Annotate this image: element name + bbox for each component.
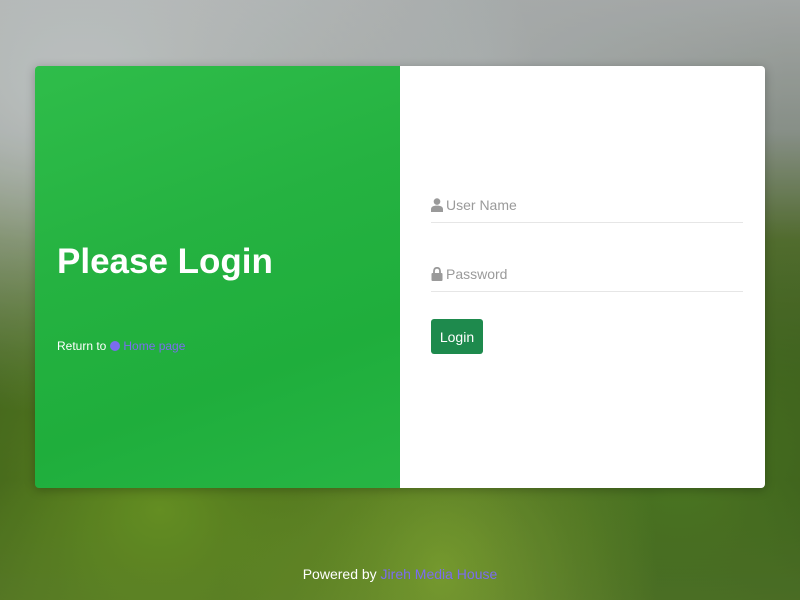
powered-by-text: Powered by <box>302 566 377 582</box>
home-page-link[interactable]: Home page <box>110 339 185 353</box>
password-field-row <box>431 257 743 292</box>
login-card: Please Login Return to Home page Login <box>35 66 765 488</box>
home-page-link-label: Home page <box>123 339 186 353</box>
company-link[interactable]: Jireh Media House <box>381 566 498 582</box>
login-form-panel: Login <box>400 66 765 488</box>
home-icon <box>110 341 121 351</box>
page-title: Please Login <box>57 242 273 281</box>
username-input[interactable] <box>446 197 736 213</box>
lock-icon <box>431 267 443 281</box>
password-input[interactable] <box>446 266 736 282</box>
login-banner-panel: Please Login Return to Home page <box>35 66 400 488</box>
return-line: Return to Home page <box>57 339 185 353</box>
footer: Powered by Jireh Media House <box>0 566 800 582</box>
user-icon <box>431 198 443 212</box>
login-button[interactable]: Login <box>431 319 483 354</box>
username-field-row <box>431 188 743 223</box>
return-text: Return to <box>57 339 107 353</box>
